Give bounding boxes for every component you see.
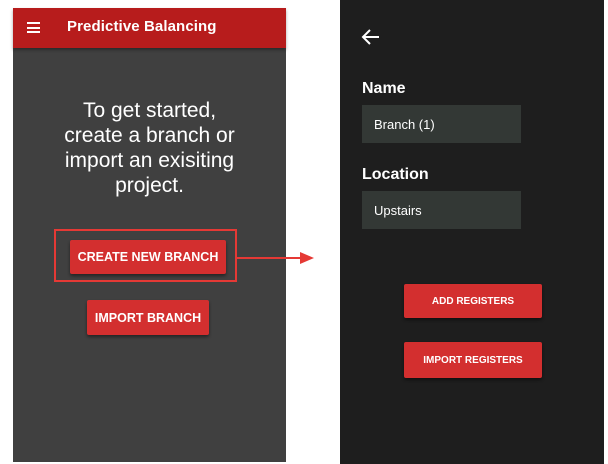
- location-label: Location: [362, 166, 429, 183]
- name-field[interactable]: Branch (1): [362, 105, 521, 143]
- app-bar: Predictive Balancing: [13, 8, 286, 48]
- intro-line: To get started,: [82, 99, 217, 122]
- branch-list-screen: Predictive Balancing To get started, cre…: [13, 8, 286, 462]
- create-new-branch-button[interactable]: CREATE NEW BRANCH: [70, 240, 226, 274]
- import-branch-button[interactable]: IMPORT BRANCH: [87, 300, 209, 335]
- intro-line: import an exisiting: [64, 149, 235, 172]
- name-field-value: Branch (1): [374, 116, 435, 132]
- hamburger-menu-icon[interactable]: [27, 22, 40, 33]
- branch-detail-screen: Name Branch (1) Location Upstairs ADD RE…: [340, 0, 604, 464]
- add-registers-button[interactable]: ADD REGISTERS: [404, 284, 542, 318]
- location-field-value: Upstairs: [374, 202, 422, 218]
- location-field[interactable]: Upstairs: [362, 191, 521, 229]
- composite-canvas: Predictive Balancing To get started, cre…: [0, 0, 608, 464]
- intro-line: create a branch or: [64, 124, 235, 147]
- import-registers-button[interactable]: IMPORT REGISTERS: [404, 342, 542, 378]
- intro-message: To get started, create a branch or impor…: [13, 98, 286, 198]
- intro-line: project.: [115, 174, 184, 197]
- arrow-back-icon[interactable]: [360, 28, 382, 46]
- name-label: Name: [362, 80, 406, 97]
- app-title: Predictive Balancing: [67, 18, 217, 35]
